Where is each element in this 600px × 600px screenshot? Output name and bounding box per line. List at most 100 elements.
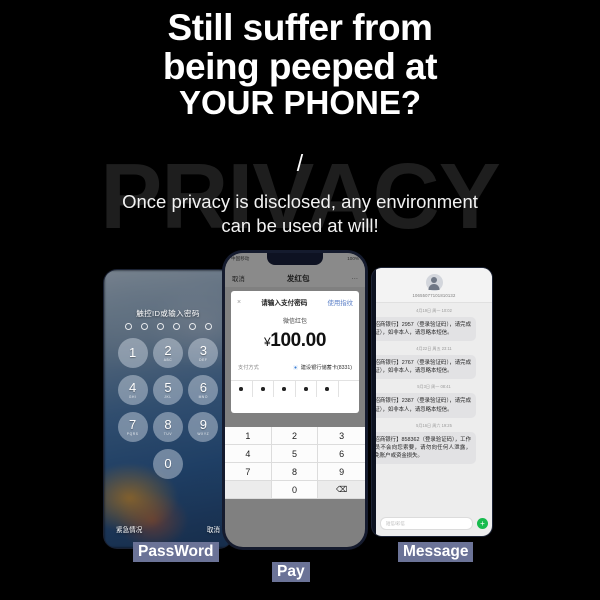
password-dot — [239, 387, 244, 391]
message-timestamp: 4月19日 周一 10:02 — [416, 308, 452, 313]
keypad-key-5[interactable]: 5 JKL — [152, 375, 183, 405]
payment-screen: 中国移动 100% 取消 发红包 ··· × 请输入支付密码 使用指纹 微信红包… — [225, 253, 365, 547]
status-battery: 100% — [347, 256, 359, 261]
lockscreen-prompt: 触控ID或输入密码 — [136, 309, 200, 318]
radio-selected-icon[interactable] — [292, 365, 298, 370]
pay-method-value-wrap[interactable]: 建设银行储蓄卡(8331) — [292, 364, 352, 371]
phone-notch-area: 中国移动 100% — [225, 253, 365, 269]
message-bubble[interactable]: 【招商银行】2387（登录验证码），请完成验证），如非本人，请忽略本短信。 — [376, 393, 476, 418]
payment-amount: ¥100.00 — [231, 330, 359, 352]
amount-value: 100.00 — [270, 330, 326, 351]
payment-key-1[interactable]: 1 — [225, 427, 272, 445]
payment-key-5[interactable]: 5 — [271, 445, 319, 463]
payment-key-8[interactable]: 8 — [271, 463, 319, 481]
payment-card-title: 请输入支付密码 — [261, 300, 308, 307]
passcode-dot — [188, 323, 196, 330]
keypad-key-0[interactable]: 0 — [152, 449, 183, 479]
plus-icon[interactable]: + — [477, 518, 488, 529]
passcode-dot — [140, 323, 148, 330]
payment-spacer — [225, 413, 365, 427]
keypad-key-2[interactable]: 2 ABC — [152, 338, 183, 368]
message-bubble[interactable]: 【招商银行】2957（登录验证码），请完成验证），如非本人，请忽略本短信。 — [376, 317, 476, 342]
cancel-button[interactable]: 取消 — [207, 524, 220, 534]
backspace-icon[interactable]: ⌫ — [318, 481, 365, 499]
subhead-block: Once privacy is disclosed, any environme… — [0, 190, 600, 239]
subhead-line-1: Once privacy is disclosed, any environme… — [122, 191, 478, 212]
pay-method-value: 建设银行储蓄卡(8331) — [300, 365, 352, 371]
password-dots-row[interactable] — [231, 380, 359, 397]
password-dot — [325, 387, 330, 391]
payment-key-0[interactable]: 0 — [271, 481, 319, 499]
payment-card: × 请输入支付密码 使用指纹 微信红包 ¥100.00 支付方式 建设银行储蓄卡… — [231, 291, 359, 413]
keypad-key-7[interactable]: 7 PQRS — [117, 412, 148, 442]
key-letters: WXYZ — [197, 432, 210, 436]
passcode-dot — [124, 323, 132, 330]
message-bubble[interactable]: 【招商银行】858362（登录验证码），工作人员不会向您索要，请勿向任何人泄露，… — [376, 431, 476, 464]
fingerprint-link[interactable]: 使用指纹 — [327, 298, 353, 307]
avatar — [425, 274, 443, 291]
keypad-key-8[interactable]: 8 TUV — [152, 412, 183, 442]
divider-slash: / — [296, 150, 304, 176]
key-letters: ABC — [163, 358, 173, 362]
key-letters: GHI — [128, 395, 137, 399]
key-digit: 5 — [164, 380, 172, 395]
headline-block: Still suffer from being peeped at YOUR P… — [0, 8, 600, 121]
close-icon[interactable]: × — [237, 299, 241, 306]
passcode-dot — [172, 323, 180, 330]
payment-keypad[interactable]: 1 2 3 4 5 6 7 8 9 0 ⌫ — [225, 427, 365, 499]
payment-navbar: 取消 发红包 ··· — [225, 269, 365, 287]
key-digit: 2 — [164, 343, 172, 358]
payment-card-header: × 请输入支付密码 使用指纹 — [231, 297, 359, 308]
sender-number: 10655077101810132 — [412, 293, 456, 298]
messages-screen: 10655077101810132 4月19日 周一 10:02 【招商银行】2… — [376, 268, 492, 536]
subhead-line-2: can be used at will! — [221, 215, 379, 237]
payment-key-7[interactable]: 7 — [225, 463, 272, 481]
payment-key-blank — [225, 481, 272, 499]
payment-key-2[interactable]: 2 — [271, 427, 319, 445]
passcode-dot — [156, 323, 164, 330]
password-cell[interactable] — [296, 381, 317, 397]
password-cell[interactable] — [231, 381, 253, 397]
key-digit: 7 — [129, 417, 137, 432]
pay-method-row[interactable]: 支付方式 建设银行储蓄卡(8331) — [231, 364, 359, 371]
headline-line-2: being peeped at — [162, 46, 438, 88]
password-cell[interactable] — [339, 381, 360, 397]
messages-list[interactable]: 4月19日 周一 10:02 【招商银行】2957（登录验证码），请完成验证），… — [376, 303, 492, 499]
password-cell[interactable] — [274, 381, 296, 397]
payment-key-3[interactable]: 3 — [318, 427, 365, 445]
keypad-key-3[interactable]: 3 DEF — [188, 338, 219, 368]
poster-root: Still suffer from being peeped at YOUR P… — [0, 0, 600, 600]
message-input[interactable]: 短信/彩信 — [380, 517, 473, 530]
lockscreen-keypad[interactable]: 1 2 ABC 3 DEF 4 GHI 5 JKL 6 MNO 7 PQRS 8 TUV 9W… — [115, 338, 221, 479]
status-carrier: 中国移动 — [231, 256, 250, 261]
notch-icon — [267, 253, 323, 265]
password-cell[interactable] — [253, 381, 274, 397]
nav-title: 发红包 — [286, 273, 310, 283]
keypad-key-4[interactable]: 4 GHI — [117, 375, 148, 405]
key-letters: DEF — [199, 358, 208, 362]
lockscreen-bottom-bar: 紧急情况 取消 — [104, 524, 232, 534]
message-timestamp: 5月3日 周一 08:41 — [417, 384, 451, 390]
payment-key-9[interactable]: 9 — [318, 463, 365, 481]
key-digit: 0 — [164, 456, 172, 471]
keypad-key-1[interactable]: 1 — [117, 338, 148, 368]
message-input-bar[interactable]: 短信/彩信 + — [380, 517, 488, 530]
message-bubble[interactable]: 【招商银行】2767（登录验证码），请完成验证），如非本人，请忽略本短信。 — [376, 355, 476, 380]
caption-pay: Pay — [272, 562, 310, 582]
key-letters: MNO — [198, 395, 209, 399]
nav-more-icon[interactable]: ··· — [352, 275, 358, 282]
key-letters: PQRS — [126, 432, 139, 436]
password-dot — [260, 387, 265, 391]
keypad-key-9[interactable]: 9 WXYZ — [188, 412, 219, 442]
keypad-key-6[interactable]: 6 MNO — [188, 375, 219, 405]
emergency-button[interactable]: 紧急情况 — [116, 524, 142, 534]
passcode-dots — [104, 323, 232, 330]
payment-footer — [225, 499, 365, 521]
nav-cancel-button[interactable]: 取消 — [232, 274, 245, 283]
password-cell[interactable] — [317, 381, 339, 397]
message-timestamp: 5月16日 周六 19:25 — [416, 422, 452, 428]
payment-subtitle: 微信红包 — [282, 319, 307, 325]
payment-key-6[interactable]: 6 — [318, 445, 365, 463]
payment-key-4[interactable]: 4 — [225, 445, 272, 463]
caption-message: Message — [398, 542, 474, 562]
